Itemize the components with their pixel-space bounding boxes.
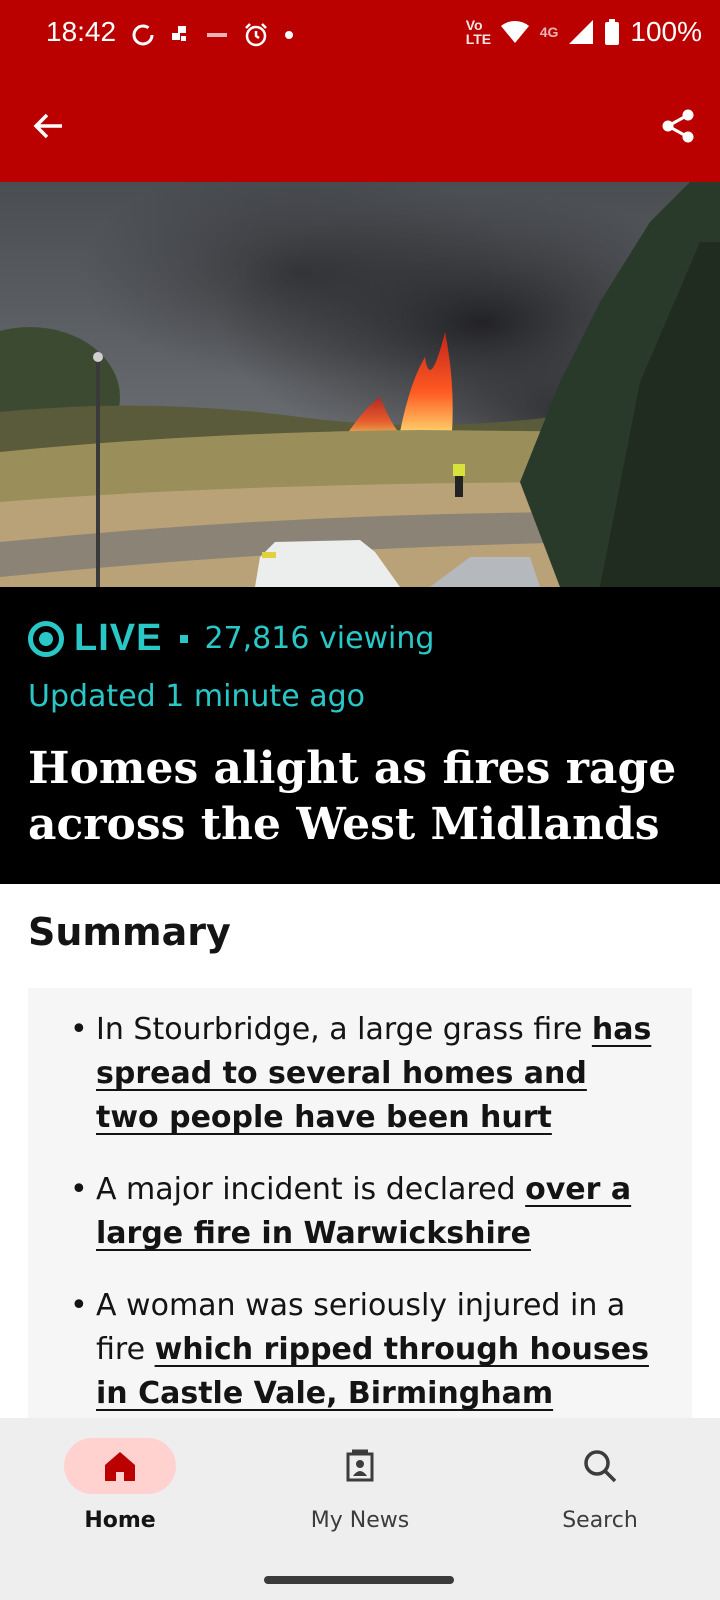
viewer-count: 27,816 viewing	[204, 621, 435, 656]
search-icon	[584, 1450, 617, 1483]
summary-item: A woman was seriously injured in a fire …	[70, 1284, 652, 1416]
summary-item-text: A major incident is declared	[96, 1172, 526, 1207]
network-type: 4G	[539, 24, 559, 40]
dot-icon	[285, 31, 293, 39]
nav-search-pill	[544, 1438, 656, 1494]
summary-heading: Summary	[28, 910, 231, 954]
updated-time: Updated 1 minute ago	[28, 679, 365, 714]
home-indicator[interactable]	[264, 1576, 454, 1584]
nav-home-pill	[64, 1438, 176, 1494]
wifi-icon	[500, 20, 529, 43]
nav-search[interactable]: Search	[500, 1438, 700, 1558]
bottom-navigation: Home My News Search	[0, 1418, 720, 1600]
summary-box: In Stourbridge, a large grass fire has s…	[28, 988, 692, 1418]
volte-icon: Vo LTE	[465, 17, 492, 47]
status-system-icons: Vo LTE 4G 100%	[466, 16, 702, 48]
nav-my-news[interactable]: My News	[260, 1438, 460, 1558]
summary-item-text: In Stourbridge, a large grass fire	[96, 1012, 592, 1047]
nav-my-news-label: My News	[310, 1508, 410, 1533]
app-bar	[0, 70, 720, 182]
nav-search-label: Search	[562, 1508, 638, 1533]
battery-level: 100%	[630, 16, 702, 47]
status-bar: 18:42 Vo LTE 4G 100%	[0, 0, 720, 70]
page-title: Homes alight as fires rage across the We…	[28, 743, 677, 850]
live-indicator-icon	[28, 620, 64, 657]
status-notification-icons	[130, 20, 294, 50]
battery-icon	[605, 19, 620, 45]
live-label: LIVE	[74, 617, 163, 659]
back-button[interactable]	[20, 98, 76, 154]
alarm-icon	[245, 23, 267, 47]
live-status-row: LIVE 27,816 viewing	[28, 617, 434, 660]
live-header: LIVE 27,816 viewing Updated 1 minute ago…	[0, 587, 720, 884]
my-news-icon	[346, 1449, 374, 1482]
summary-item: In Stourbridge, a large grass fire has s…	[70, 1008, 652, 1140]
nav-my-news-pill	[304, 1438, 416, 1494]
summary-list: In Stourbridge, a large grass fire has s…	[28, 988, 692, 1416]
nav-home-label: Home	[84, 1508, 156, 1533]
signal-icon	[569, 20, 594, 44]
separator-dot	[180, 634, 189, 643]
share-icon	[662, 109, 694, 143]
summary-link-castle-vale[interactable]: which ripped through houses in Castle Va…	[96, 1332, 649, 1411]
summary-item: A major incident is declared over a larg…	[70, 1168, 652, 1256]
app-icon	[172, 26, 186, 41]
fire-scene-photo	[0, 182, 720, 587]
status-time: 18:42	[46, 16, 117, 47]
nav-home[interactable]: Home	[20, 1438, 220, 1558]
sync-icon	[132, 24, 154, 46]
home-icon	[105, 1452, 135, 1481]
share-button[interactable]	[650, 98, 706, 154]
arrow-left-icon	[33, 113, 62, 139]
mse-icon	[207, 33, 227, 37]
hero-image	[0, 182, 720, 587]
